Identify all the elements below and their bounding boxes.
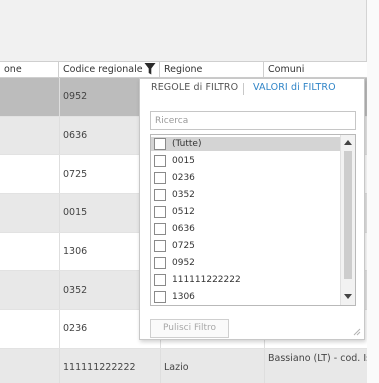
filter-option[interactable]: 0512: [151, 205, 341, 219]
filter-values-list: (Tutte) 0015 0236 0352 0512 0636 0725 09…: [150, 134, 356, 306]
filter-option-label: 0952: [172, 258, 195, 268]
filter-option[interactable]: (Tutte): [151, 137, 341, 151]
filter-option-label: 0352: [172, 190, 195, 200]
column-header-comuni[interactable]: Comuni: [264, 62, 367, 78]
filter-option-label: 111111222222: [172, 275, 241, 285]
scroll-up-icon[interactable]: [344, 140, 352, 145]
filter-option-label: 0015: [172, 156, 195, 166]
filter-option-label: 0236: [172, 173, 195, 183]
column-header-one[interactable]: one: [0, 62, 59, 78]
filter-option[interactable]: 0352: [151, 188, 341, 202]
checkbox[interactable]: [154, 291, 166, 303]
resize-grip-icon[interactable]: [353, 328, 361, 336]
list-scrollbar[interactable]: [340, 135, 355, 305]
cell-codice: 111111222222: [63, 362, 136, 374]
toolbar-area: [0, 0, 367, 61]
grid-header: one Codice regionale Regione Comuni: [0, 61, 367, 78]
checkbox[interactable]: [154, 155, 166, 167]
filter-option-label: 0512: [172, 207, 195, 217]
filter-popup: REGOLE di FILTRO VALORI di FILTRO (Tutte…: [139, 78, 365, 340]
filter-funnel-icon[interactable]: [144, 62, 156, 76]
filter-option-label: (Tutte): [172, 139, 202, 149]
tab-filter-values[interactable]: VALORI di FILTRO: [253, 82, 336, 93]
checkbox[interactable]: [154, 223, 166, 235]
table-row[interactable]: 111111222222 Lazio Bassiano (LT) - cod. …: [0, 348, 367, 383]
checkbox[interactable]: [154, 172, 166, 184]
column-header-regione[interactable]: Regione: [160, 62, 264, 78]
filter-option-label: 0725: [172, 241, 195, 251]
filter-tabs: REGOLE di FILTRO VALORI di FILTRO: [140, 79, 364, 101]
filter-option[interactable]: 0636: [151, 222, 341, 236]
checkbox[interactable]: [154, 240, 166, 252]
filter-option-label: 0636: [172, 224, 195, 234]
filter-option[interactable]: 1306: [151, 290, 341, 304]
filter-option[interactable]: 0236: [151, 171, 341, 185]
filter-option[interactable]: 0015: [151, 154, 341, 168]
clear-filter-button[interactable]: Pulisci Filtro: [150, 319, 229, 338]
filter-option-label: 1306: [172, 292, 195, 302]
checkbox[interactable]: [154, 138, 166, 150]
checkbox[interactable]: [154, 206, 166, 218]
tab-separator: [243, 83, 244, 95]
cell-comuni: Bassiano (LT) - cod. Is: [268, 352, 367, 364]
filter-option[interactable]: 0725: [151, 239, 341, 253]
filter-search-input[interactable]: [150, 111, 356, 130]
filter-option[interactable]: 0952: [151, 256, 341, 270]
cell-regione: Lazio: [164, 362, 189, 374]
checkbox[interactable]: [154, 189, 166, 201]
scroll-down-icon[interactable]: [344, 294, 352, 299]
checkbox[interactable]: [154, 257, 166, 269]
filter-option[interactable]: 111111222222: [151, 273, 341, 287]
checkbox[interactable]: [154, 274, 166, 286]
screen: one Codice regionale Regione Comuni 0952…: [0, 0, 379, 383]
scroll-thumb[interactable]: [344, 151, 352, 279]
tab-filter-rules[interactable]: REGOLE di FILTRO: [151, 82, 238, 93]
